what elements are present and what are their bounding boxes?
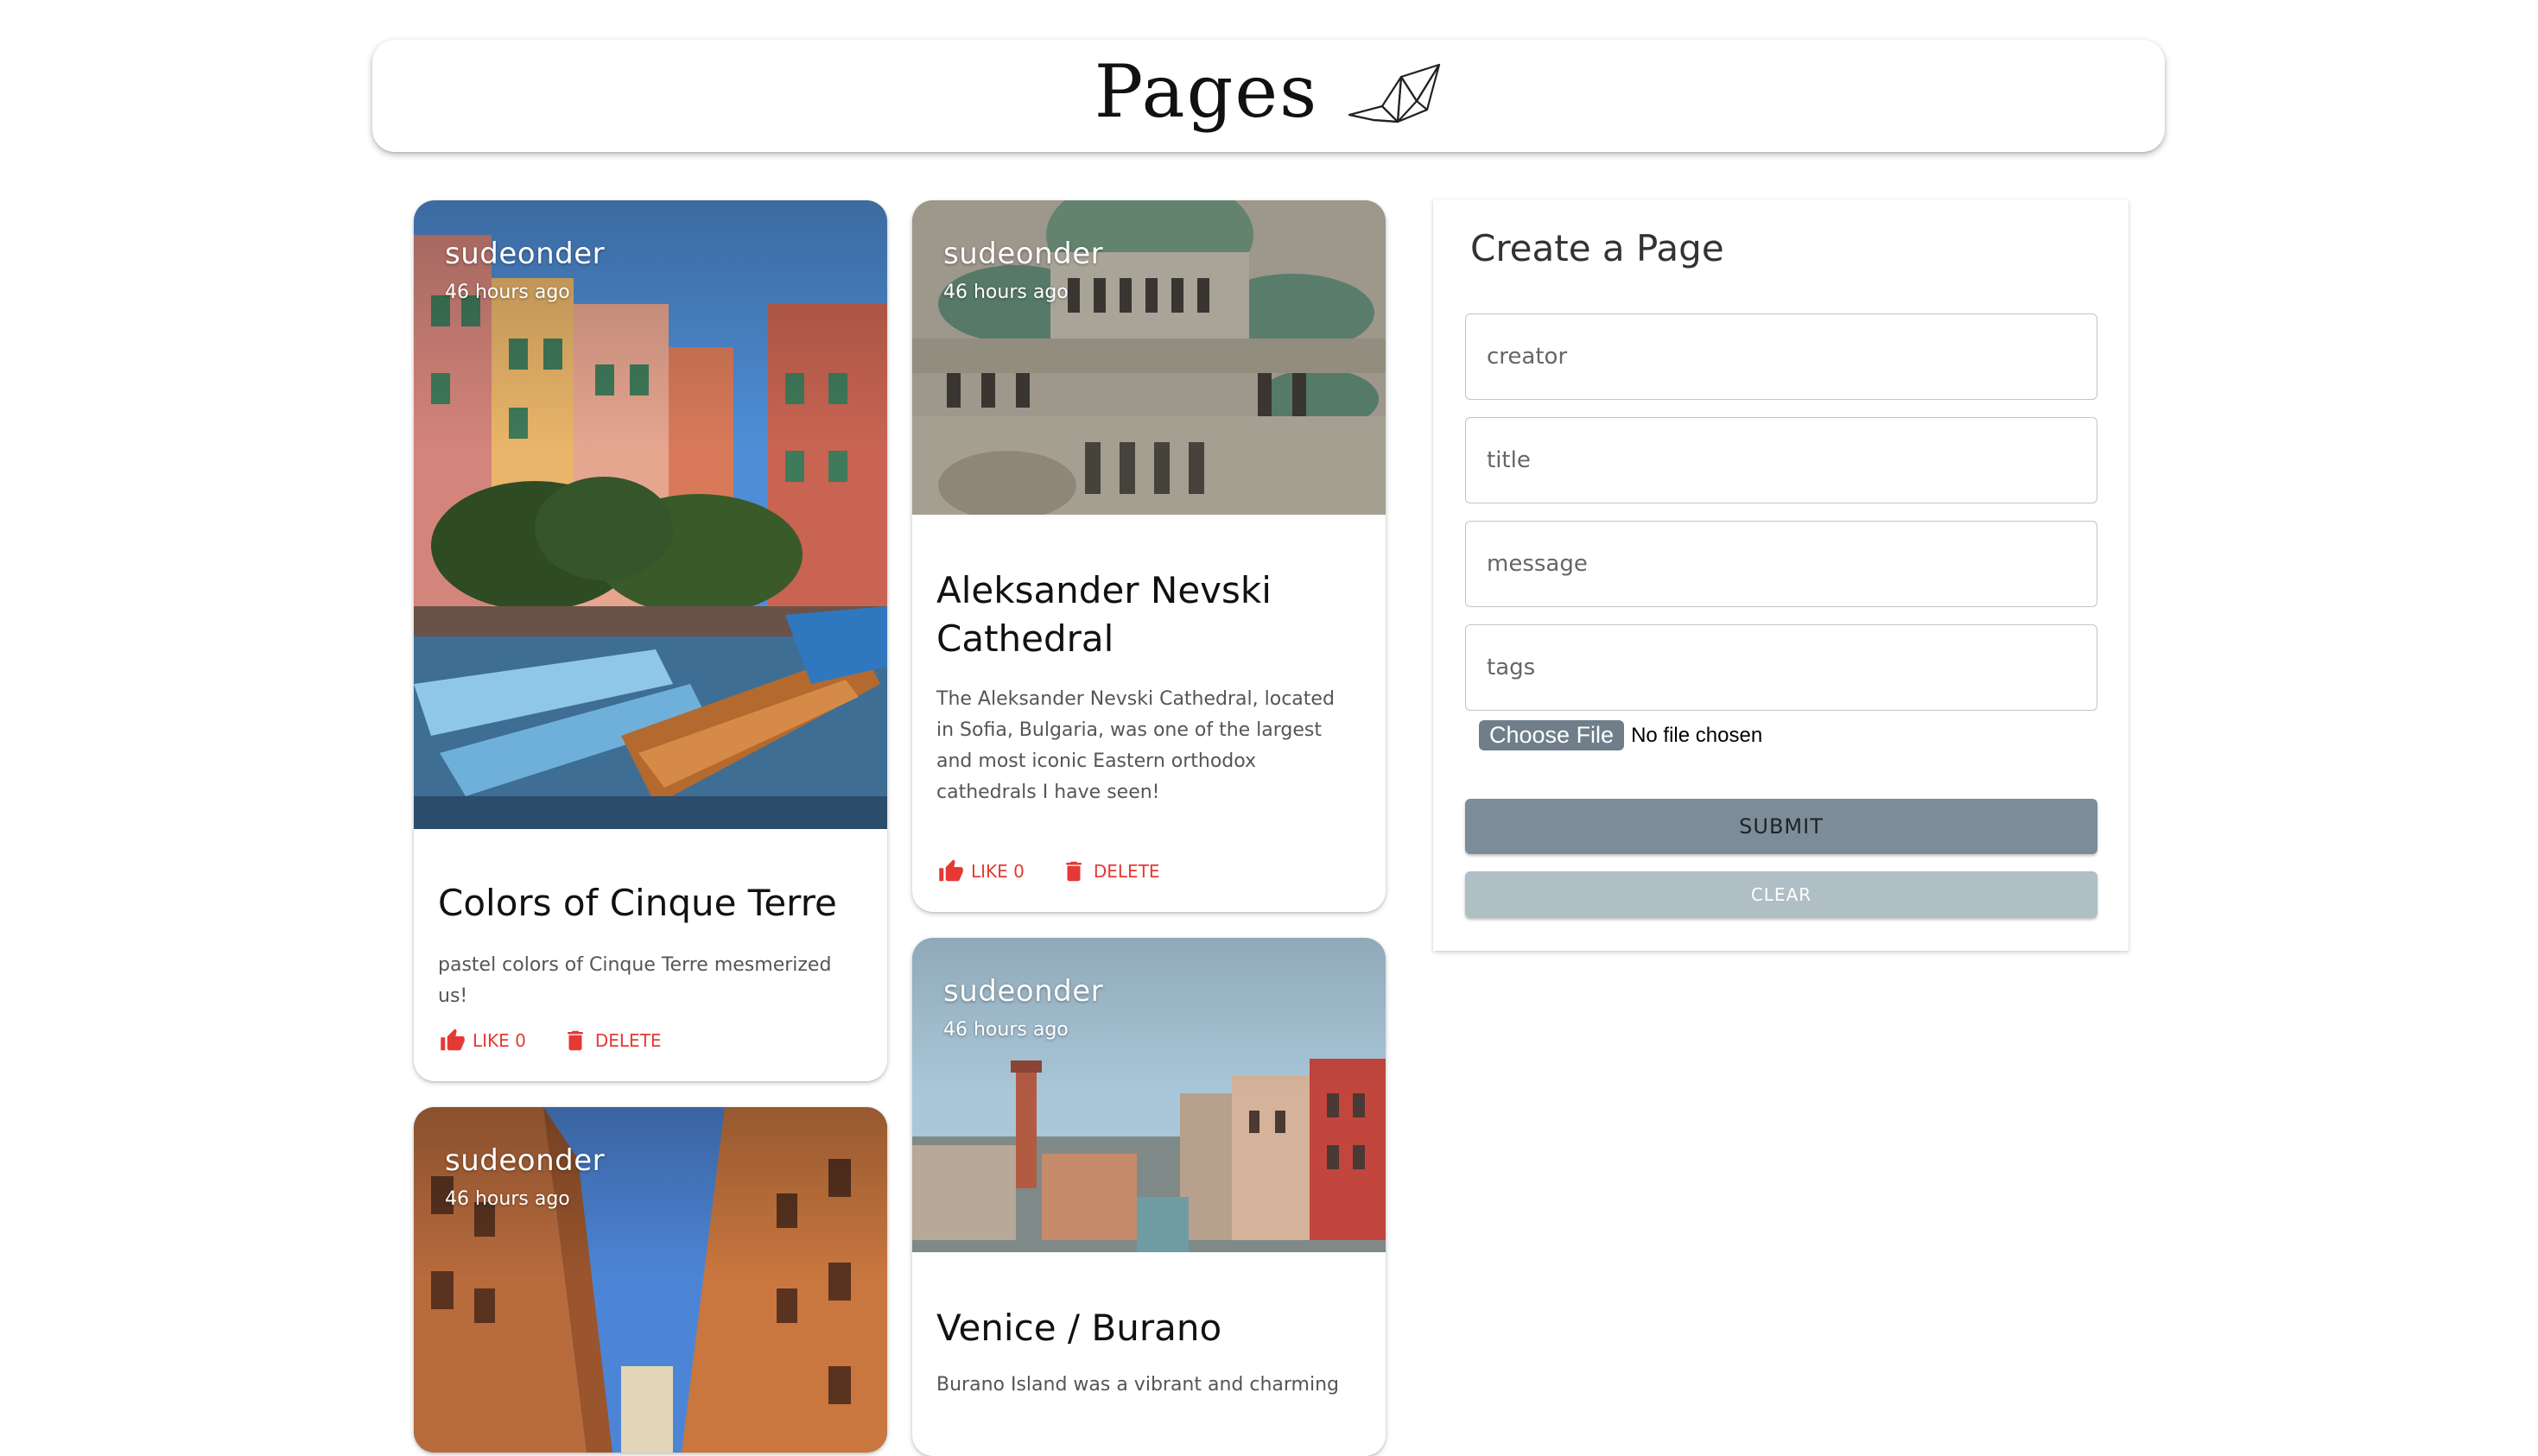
post-time: 46 hours ago [943,1019,1069,1041]
app-header: Pages [372,40,2165,152]
like-label: LIKE 0 [971,861,1025,882]
post-message: Burano Island was a vibrant and charming [936,1374,1340,1396]
message-field[interactable] [1465,521,2097,607]
message-input[interactable] [1466,522,2097,606]
delete-button[interactable]: DELETE [1059,858,1160,884]
post-actions: LIKE 0 DELETE [438,1028,662,1054]
thumb-up-icon [441,1029,465,1051]
page-title: Pages [1094,49,1319,134]
file-status: No file chosen [1631,723,1763,747]
post-message: pastel colors of Cinque Terre mesmerized… [438,954,832,1007]
trash-icon [568,1030,583,1051]
post-title: Venice / Burano [936,1307,1222,1349]
delete-label: DELETE [594,1030,662,1051]
post-card: sudeonder 46 hours ago Colors of Cinque … [414,200,887,1081]
thumb-up-icon [939,859,963,882]
post-card: sudeonder 46 hours ago Venice / Burano B… [912,938,1386,1456]
delete-button[interactable]: DELETE [561,1028,662,1054]
post-photo: sudeonder 46 hours ago [912,938,1386,1252]
post-time: 46 hours ago [445,1188,570,1210]
choose-file-button[interactable]: Choose File [1479,720,1625,750]
delete-label: DELETE [1093,861,1160,882]
post-actions: LIKE 0 DELETE [936,858,1160,884]
post-creator: sudeonder [943,974,1104,1009]
paper-crane-icon [1348,63,1441,123]
like-button[interactable]: LIKE 0 [438,1028,526,1054]
post-title: Aleksander Nevski Cathedral [936,569,1272,660]
post-title: Colors of Cinque Terre [438,882,837,924]
post-message: The Aleksander Nevski Cathedral, located… [936,688,1335,803]
post-creator: sudeonder [445,1143,606,1178]
post-photo: sudeonder 46 hours ago [912,200,1386,515]
tags-input[interactable] [1466,625,2097,710]
post-time: 46 hours ago [943,282,1069,303]
clear-button[interactable]: CLEAR [1465,871,2097,918]
post-creator: sudeonder [943,237,1104,271]
post-photo: sudeonder 46 hours ago [414,200,887,829]
post-card: sudeonder 46 hours ago [414,1107,887,1453]
like-button[interactable]: LIKE 0 [936,858,1025,884]
like-label: LIKE 0 [473,1030,526,1051]
post-time: 46 hours ago [445,282,570,303]
title-field[interactable] [1465,417,2097,503]
creator-input[interactable] [1466,314,2097,399]
submit-button[interactable]: SUBMIT [1465,799,2097,854]
creator-field[interactable] [1465,313,2097,400]
trash-icon [1066,861,1082,882]
post-card: sudeonder 46 hours ago Aleksander Nevski… [912,200,1386,912]
file-upload: Choose File No file chosen [1479,720,1762,750]
post-photo: sudeonder 46 hours ago [414,1107,887,1453]
create-page-form: Create a Page Choose File No file chosen… [1433,199,2129,951]
form-title: Create a Page [1470,227,1724,269]
post-creator: sudeonder [445,237,606,271]
title-input[interactable] [1466,418,2097,503]
tags-field[interactable] [1465,624,2097,711]
